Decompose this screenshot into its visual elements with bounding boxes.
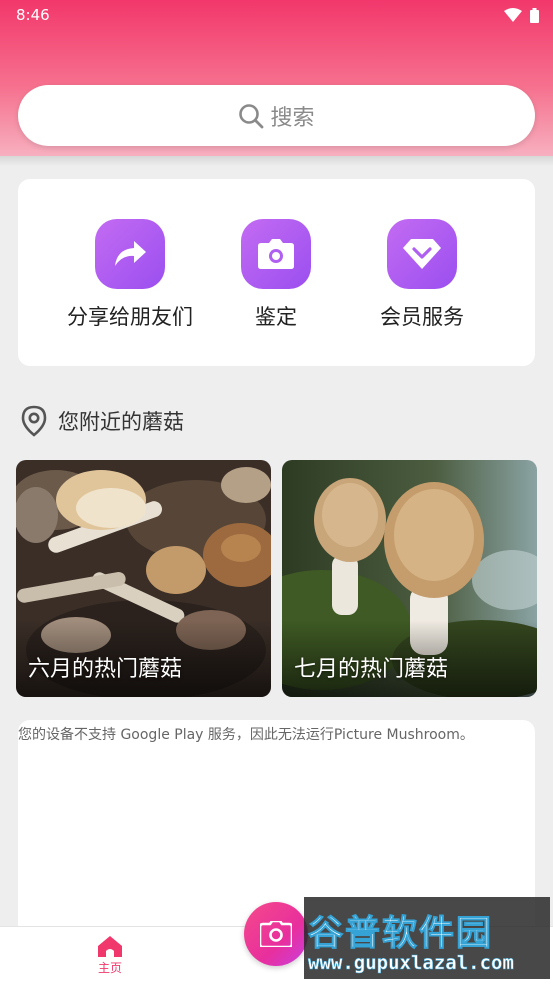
status-icons bbox=[504, 7, 539, 23]
status-bar: 8:46 bbox=[0, 0, 553, 30]
nav-home[interactable]: 主页 bbox=[92, 935, 128, 976]
home-icon bbox=[98, 936, 122, 957]
nav-home-label: 主页 bbox=[97, 961, 122, 975]
share-arrow-icon bbox=[115, 241, 146, 266]
search-label: 搜索 bbox=[270, 105, 315, 131]
search-icon bbox=[239, 103, 264, 128]
wifi-icon bbox=[504, 8, 522, 22]
actions-card: 分享给朋友们 鉴定 会员服务 bbox=[18, 179, 535, 366]
watermark-title: 谷普软件园 bbox=[307, 914, 494, 955]
july-mushrooms-label: 七月的热门蘑菇 bbox=[294, 657, 449, 682]
nearby-header: 您附近的蘑菇 bbox=[20, 405, 184, 437]
june-mushrooms-label: 六月的热门蘑菇 bbox=[28, 657, 183, 682]
status-time: 8:46 bbox=[16, 6, 50, 24]
header-shadow bbox=[0, 156, 553, 166]
diamond-icon bbox=[403, 239, 441, 269]
identify-icon-tile bbox=[241, 219, 311, 289]
camera-fab-button[interactable] bbox=[244, 902, 308, 966]
july-mushrooms-card[interactable]: 七月的热门蘑菇 bbox=[282, 460, 537, 697]
nearby-title: 您附近的蘑菇 bbox=[58, 410, 184, 434]
membership-icon-tile bbox=[387, 219, 457, 289]
share-label: 分享给朋友们 bbox=[67, 305, 193, 329]
watermark-url: www.gupuxlazal.com bbox=[308, 952, 514, 975]
share-icon-tile bbox=[95, 219, 165, 289]
play-services-notice: 您的设备不支持 Google Play 服务，因此无法运行Picture Mus… bbox=[18, 727, 474, 743]
membership-label: 会员服务 bbox=[380, 305, 464, 329]
watermark: 谷普软件园 www.gupuxlazal.com bbox=[304, 897, 550, 979]
share-action[interactable]: 分享给朋友们 bbox=[55, 219, 205, 331]
location-pin-icon bbox=[21, 405, 47, 437]
search-bar[interactable]: 搜索 bbox=[18, 85, 535, 146]
june-mushrooms-card[interactable]: 六月的热门蘑菇 bbox=[16, 460, 271, 697]
identify-label: 鉴定 bbox=[255, 305, 297, 329]
membership-action[interactable]: 会员服务 bbox=[347, 219, 497, 331]
camera-icon bbox=[260, 921, 292, 947]
battery-icon bbox=[530, 7, 539, 23]
identify-action[interactable]: 鉴定 bbox=[201, 219, 351, 331]
camera-icon bbox=[258, 239, 294, 269]
